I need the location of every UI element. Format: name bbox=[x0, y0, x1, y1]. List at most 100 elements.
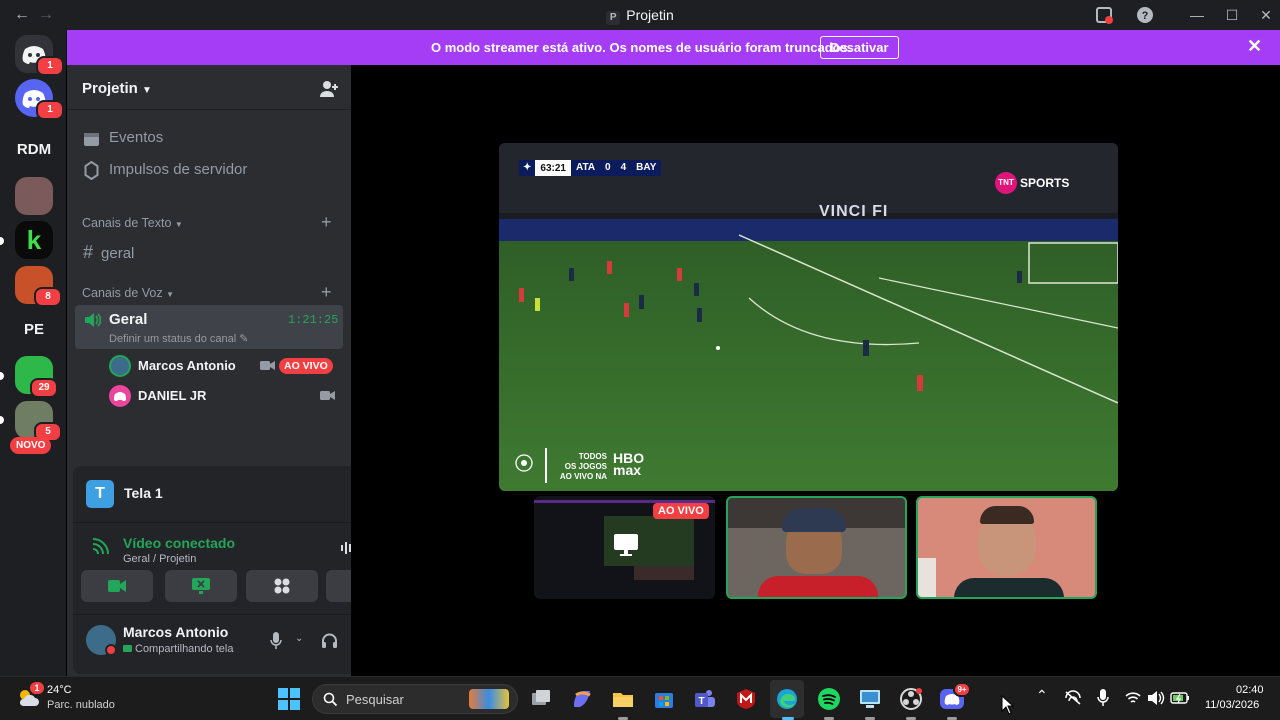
server-mini-icon: P bbox=[606, 11, 621, 25]
activities-button[interactable] bbox=[246, 570, 318, 602]
brand-bottom: max bbox=[613, 462, 642, 478]
away-score: 4 bbox=[620, 162, 627, 173]
promo-line: AO VIVO NA bbox=[559, 472, 607, 481]
banner-message: O modo streamer está ativo. Os nomes de … bbox=[431, 40, 852, 55]
broadcaster-logo: TNT SPORTS bbox=[995, 172, 1069, 194]
no-network-icon[interactable] bbox=[1064, 690, 1082, 706]
voice-timer: 1:21:25 bbox=[288, 313, 339, 327]
voice-channel-geral[interactable]: Geral 1:21:25 Definir um status do canal… bbox=[75, 305, 343, 349]
shirt bbox=[758, 576, 878, 597]
minimize-icon[interactable]: — bbox=[1186, 4, 1208, 26]
status-dnd-icon bbox=[105, 644, 117, 656]
server-pe[interactable]: PE bbox=[15, 311, 53, 349]
server-name-header[interactable]: Projetin ▼ bbox=[82, 80, 152, 97]
screen-share-thumbnail[interactable]: AO VIVO bbox=[534, 496, 715, 599]
text-category[interactable]: Canais de Texto ▼ bbox=[82, 216, 183, 230]
monitor-icon bbox=[614, 534, 638, 556]
teams-icon[interactable]: T bbox=[693, 687, 717, 711]
notification-badge: 8 bbox=[34, 287, 62, 307]
close-window-icon[interactable]: ✕ bbox=[1255, 4, 1277, 26]
mouse-cursor-icon bbox=[1001, 695, 1014, 715]
user-name: Marcos Antonio bbox=[123, 624, 229, 640]
copilot-icon[interactable] bbox=[570, 687, 594, 711]
maximize-icon[interactable]: ☐ bbox=[1221, 4, 1243, 26]
wifi-icon[interactable] bbox=[1125, 691, 1141, 705]
connection-location[interactable]: Geral / Projetin bbox=[123, 553, 196, 565]
volume-icon[interactable] bbox=[1147, 690, 1165, 706]
user-status: Compartilhando tela bbox=[123, 643, 233, 655]
door-edge bbox=[918, 558, 936, 597]
mcafee-icon[interactable] bbox=[734, 687, 758, 711]
server-name: Projetin bbox=[82, 80, 138, 97]
inbox-icon[interactable] bbox=[1093, 4, 1115, 26]
bucket-hat bbox=[782, 508, 846, 532]
chevron-down-icon[interactable]: ⌄ bbox=[295, 633, 303, 644]
camera-thumbnail-1[interactable] bbox=[726, 496, 907, 599]
task-view-icon[interactable] bbox=[529, 687, 553, 711]
member-name: DANIEL JR bbox=[138, 388, 207, 403]
windows-start-icon[interactable] bbox=[277, 687, 301, 711]
search-placeholder: Pesquisar bbox=[346, 692, 404, 707]
channel-label: geral bbox=[101, 245, 135, 262]
chevron-down-icon: ▼ bbox=[142, 85, 152, 96]
new-pill[interactable]: NOVO bbox=[10, 437, 52, 454]
voice-member[interactable]: Marcos Antonio AO VIVO bbox=[109, 355, 339, 377]
user-status-text: Compartilhando tela bbox=[135, 643, 234, 655]
voice-category[interactable]: Canais de Voz ▼ bbox=[82, 286, 174, 300]
server-rdm[interactable]: RDM bbox=[15, 131, 53, 169]
notification-badge: 9+ bbox=[953, 682, 971, 697]
channel-geral[interactable]: # geral bbox=[83, 242, 134, 263]
activities-icon bbox=[274, 578, 290, 594]
signal-icon[interactable] bbox=[91, 538, 109, 556]
server-boosts-item[interactable]: Impulsos de servidor bbox=[83, 161, 247, 180]
close-icon[interactable]: ✕ bbox=[1247, 36, 1262, 57]
voice-channel-label: Geral bbox=[109, 311, 148, 328]
help-icon[interactable]: ? bbox=[1134, 4, 1156, 26]
stadium-banner-text: VINCI FI bbox=[819, 203, 889, 220]
camera-button[interactable] bbox=[81, 570, 153, 602]
add-channel-icon[interactable]: + bbox=[321, 212, 332, 233]
video-camera-icon bbox=[108, 580, 126, 592]
add-channel-icon[interactable]: + bbox=[321, 282, 332, 303]
title-bar: ← → P Projetin ? — ☐ ✕ bbox=[0, 0, 1280, 30]
file-explorer-icon[interactable] bbox=[611, 687, 635, 711]
voice-member[interactable]: DANIEL JR bbox=[109, 385, 339, 407]
promo-line: OS JOGOS bbox=[564, 462, 607, 471]
channel-sidebar: Projetin ▼ Eventos Impulsos de servidor … bbox=[67, 65, 412, 676]
tnt-icon: TNT bbox=[995, 172, 1017, 194]
remote-desktop-icon[interactable] bbox=[858, 687, 882, 711]
battery-charging-icon[interactable] bbox=[1170, 691, 1190, 705]
events-item[interactable]: Eventos bbox=[83, 129, 163, 146]
temperature: 24°C bbox=[47, 684, 72, 696]
channel-status-text: Definir um status do canal bbox=[109, 333, 237, 345]
microphone-icon[interactable] bbox=[270, 632, 282, 649]
microsoft-store-icon[interactable] bbox=[652, 687, 676, 711]
clock-date[interactable]: 11/03/2026 bbox=[1205, 699, 1259, 711]
camera-thumbnail-2[interactable] bbox=[916, 496, 1097, 599]
edge-icon[interactable] bbox=[775, 687, 799, 711]
away-team: BAY bbox=[636, 162, 657, 173]
channel-status-prompt[interactable]: Definir um status do canal ✎ bbox=[109, 332, 248, 345]
server-avatar-photo[interactable] bbox=[15, 177, 53, 215]
invite-people-icon[interactable] bbox=[319, 79, 339, 99]
events-label: Eventos bbox=[109, 129, 164, 146]
text-category-label: Canais de Texto bbox=[82, 216, 172, 230]
live-badge: AO VIVO bbox=[653, 503, 709, 519]
search-highlight-icon bbox=[469, 689, 509, 709]
chevron-down-icon: ▼ bbox=[166, 290, 175, 299]
search-box[interactable]: Pesquisar bbox=[312, 684, 518, 714]
screen-icon bbox=[123, 645, 132, 652]
screen-share-button[interactable] bbox=[165, 570, 237, 602]
server-rail bbox=[0, 30, 66, 676]
obs-icon[interactable] bbox=[899, 687, 923, 711]
server-k-logo[interactable]: k bbox=[15, 221, 53, 259]
headphones-icon[interactable] bbox=[321, 632, 338, 649]
disable-streamer-button[interactable]: Desativar bbox=[820, 36, 899, 59]
microphone-icon[interactable] bbox=[1097, 689, 1109, 707]
spotify-icon[interactable] bbox=[817, 687, 841, 711]
show-hidden-icons-chevron[interactable]: ⌃ bbox=[1036, 687, 1048, 704]
main-stream-video[interactable]: ✦ 63:21 ATA 0 4 BAY TNT SPORTS VINCI FI … bbox=[499, 143, 1118, 491]
promo-text: TODOS OS JOGOS AO VIVO NA bbox=[555, 452, 607, 482]
broadcaster-name: SPORTS bbox=[1020, 176, 1070, 190]
clock-time[interactable]: 02:40 bbox=[1236, 684, 1264, 696]
